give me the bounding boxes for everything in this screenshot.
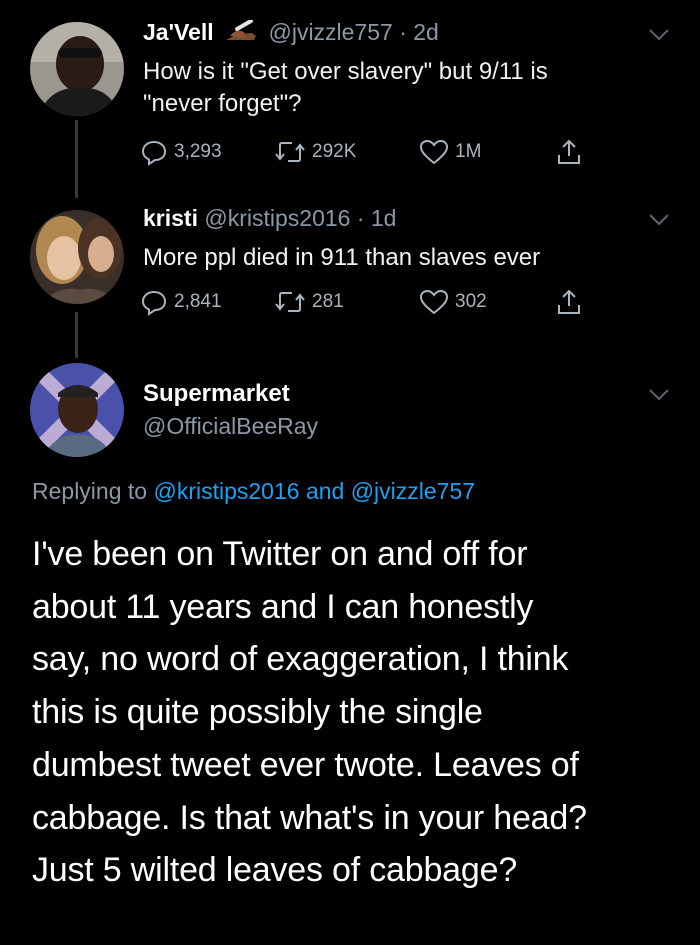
share-icon	[558, 289, 580, 314]
tweet-2-name[interactable]: kristi	[143, 205, 198, 231]
retweet-button[interactable]: 292K	[274, 138, 356, 166]
tweet-1-text-line-2: "never forget"?	[143, 90, 302, 117]
chevron-down-icon[interactable]	[648, 388, 670, 402]
replying-to-line: Replying to @kristips2016 and @jvizzle75…	[32, 478, 475, 505]
avatar-kristi[interactable]	[30, 210, 124, 304]
thread-line-2	[75, 312, 78, 358]
retweet-icon	[275, 142, 305, 162]
writing-hand-emoji	[224, 19, 258, 48]
tweet-2-header: kristi @kristips2016 · 1d	[143, 204, 396, 232]
like-button[interactable]: 1M	[419, 138, 481, 166]
reply-text-line: this is quite possibly the single	[32, 693, 483, 732]
chevron-down-icon[interactable]	[648, 28, 670, 42]
tweet-2-handle[interactable]: @kristips2016	[204, 205, 350, 231]
thread-line-1	[75, 120, 78, 198]
like-count: 302	[455, 291, 487, 312]
retweet-button[interactable]: 281	[274, 288, 344, 316]
reply-button[interactable]: 3,293	[140, 138, 222, 166]
tweet-2-text-line-1: More ppl died in 911 than slaves ever	[143, 244, 541, 271]
tweet-1-name[interactable]: Ja'Vell	[143, 19, 214, 45]
tweet-1-header: Ja'Vell @jvizzle757 · 2d	[143, 18, 439, 48]
tweet-1-actions: 3,293 292K 1M	[140, 138, 600, 168]
retweet-count: 292K	[312, 141, 357, 162]
avatar-javell[interactable]	[30, 22, 124, 116]
tweet-2-text: More ppl died in 911 than slaves ever	[143, 242, 663, 274]
mention-link-kristips2016[interactable]: @kristips2016	[153, 478, 299, 504]
like-count: 1M	[455, 141, 482, 162]
reply-icon	[141, 290, 167, 316]
reply-text-line: I've been on Twitter on and off for	[32, 535, 528, 573]
reply-author-name[interactable]: Supermarket	[143, 380, 290, 408]
and-word: and	[305, 478, 345, 504]
reply-text-line: about 11 years and I can honestly	[32, 587, 534, 626]
tweet-1-text: How is it "Get over slavery" but 9/11 is…	[143, 56, 663, 120]
like-icon	[419, 139, 449, 165]
reply-tweet-text: I've been on Twitter on and off for abou…	[32, 528, 682, 897]
reply-count: 2,841	[174, 291, 222, 312]
reply-author-handle[interactable]: @OfficialBeeRay	[143, 413, 318, 440]
share-button[interactable]	[556, 138, 582, 166]
reply-button[interactable]: 2,841	[140, 288, 222, 316]
retweet-count: 281	[312, 291, 344, 312]
tweet-1-time[interactable]: · 2d	[399, 19, 439, 45]
chevron-down-icon[interactable]	[648, 213, 670, 227]
tweet-2-time[interactable]: · 1d	[357, 205, 397, 231]
tweet-1-handle[interactable]: @jvizzle757	[268, 19, 392, 45]
replying-to-label: Replying to	[32, 478, 148, 504]
retweet-icon	[275, 292, 305, 312]
reply-icon	[141, 140, 167, 166]
share-icon	[558, 139, 580, 164]
reply-text-line: say, no word of exaggeration, I think	[32, 640, 569, 679]
avatar-supermarket[interactable]	[30, 363, 124, 457]
reply-text-line: Just 5 wilted leaves of cabbage?	[32, 851, 518, 890]
like-icon	[419, 289, 449, 315]
share-button[interactable]	[556, 288, 582, 316]
like-button[interactable]: 302	[419, 288, 487, 316]
tweet-1-text-line-1: How is it "Get over slavery" but 9/11 is	[143, 58, 548, 85]
reply-text-line: cabbage. Is that what's in your head?	[32, 798, 587, 837]
reply-count: 3,293	[174, 141, 222, 162]
tweet-2-actions: 2,841 281 302	[140, 288, 600, 318]
mention-link-jvizzle757[interactable]: @jvizzle757	[351, 478, 475, 504]
reply-text-line: dumbest tweet ever twote. Leaves of	[32, 745, 579, 784]
